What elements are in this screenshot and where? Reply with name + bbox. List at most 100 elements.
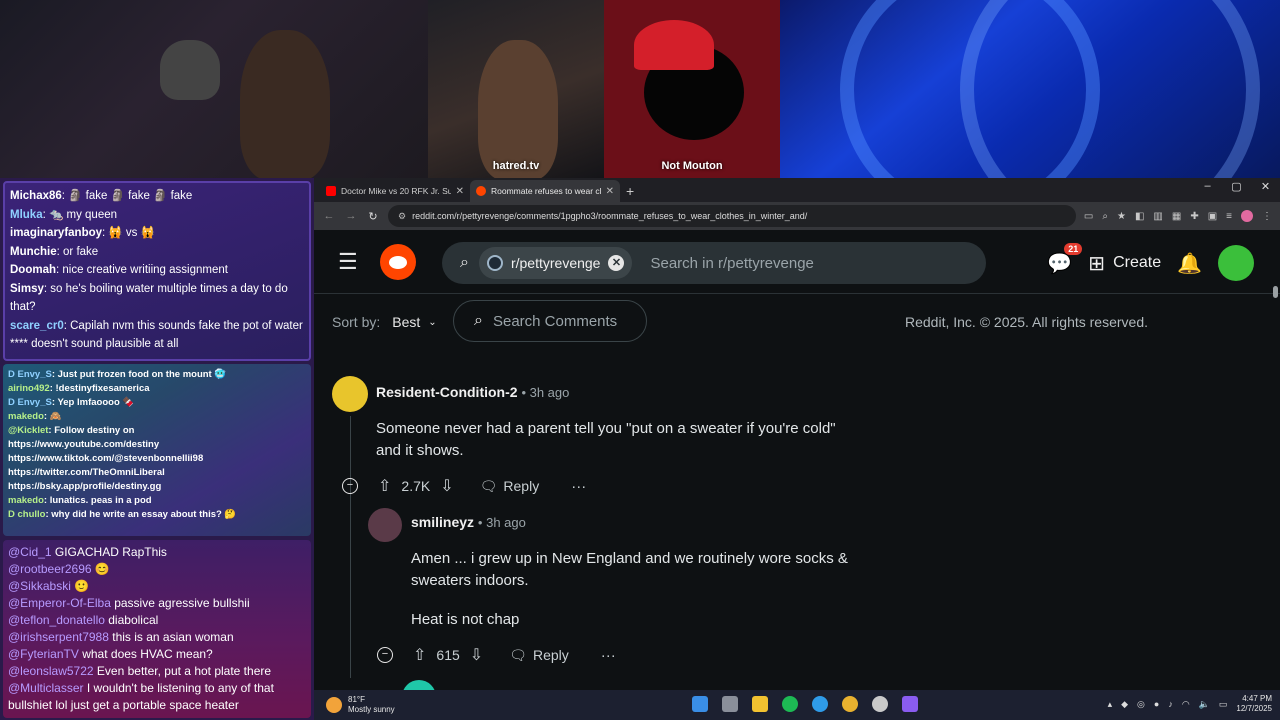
browser-window: Doctor Mike vs 20 RFK Jr. Supp ✕ Roommat… (314, 178, 1280, 690)
extension-icon[interactable]: ◧ (1135, 211, 1144, 222)
collapse-thread-icon[interactable]: − (377, 647, 393, 663)
wifi-icon[interactable]: ◠ (1182, 699, 1190, 710)
hamburger-menu-icon[interactable]: ☰ (338, 249, 360, 275)
wallpaper-swirl (960, 0, 1260, 178)
puzzle-icon[interactable]: ✚ (1190, 211, 1198, 222)
steam-icon[interactable] (872, 696, 888, 712)
maximize-button[interactable]: ▢ (1222, 180, 1251, 193)
back-button[interactable]: ← (322, 210, 336, 222)
chat-message: @Sikkabski 🙂 (8, 579, 90, 593)
spotify-icon[interactable] (782, 696, 798, 712)
chat-section-youtube[interactable]: @Cid_1 GIGACHAD RapThis @rootbeer2696 😊 … (3, 540, 311, 718)
tray-icon[interactable]: ▴ (1108, 699, 1113, 710)
chat-message: airino492: !destinyfixesamerica (8, 383, 150, 394)
reddit-search-bar[interactable]: ⌕ r/pettyrevenge ✕ Search in r/pettyreve… (442, 242, 986, 284)
comment-author[interactable]: smilineyz • 3h ago (411, 514, 526, 530)
chat-link[interactable]: https://twitter.com/TheOmniLiberal (8, 466, 306, 480)
minimize-button[interactable]: – (1193, 180, 1222, 193)
windows-start-icon[interactable] (692, 696, 708, 712)
tab-reddit[interactable]: Roommate refuses to wear clot ✕ (470, 180, 620, 202)
chat-link[interactable]: https://www.youtube.com/destiny (8, 438, 306, 452)
chat-section-kick[interactable]: D Envy_S: Just put frozen food on the mo… (3, 364, 311, 536)
thread-line[interactable] (350, 416, 351, 678)
zoom-icon[interactable]: ⌕ (1102, 211, 1108, 222)
user-avatar[interactable] (1218, 245, 1254, 281)
upvote-icon[interactable]: ⇧ (413, 645, 426, 665)
star-icon[interactable]: ★ (1117, 211, 1126, 222)
url-field[interactable]: ⚙ reddit.com/r/pettyrevenge/comments/1pg… (388, 205, 1076, 227)
chat-link[interactable]: https://www.tiktok.com/@stevenbonnellii9… (8, 452, 306, 466)
weather-widget[interactable]: 81°F Mostly sunny (326, 695, 395, 715)
sort-dropdown[interactable]: Best ⌄ (392, 314, 436, 330)
reply-button[interactable]: 🗨 Reply (509, 647, 569, 664)
desktop-wallpaper (780, 0, 1280, 178)
clock[interactable]: 4:47 PM 12/7/2025 (1236, 694, 1272, 714)
tray-icon[interactable]: ● (1154, 699, 1159, 709)
create-button[interactable]: ⊞ Create (1088, 251, 1161, 276)
downvote-icon[interactable]: ⇩ (470, 645, 483, 665)
tab-youtube[interactable]: Doctor Mike vs 20 RFK Jr. Supp ✕ (320, 180, 470, 202)
youtube-icon (326, 186, 336, 196)
chat-message: Munchie: or fake (10, 245, 99, 258)
chat-link[interactable]: https://bsky.app/profile/destiny.gg (8, 480, 306, 494)
tray-icon[interactable]: ◆ (1121, 699, 1128, 710)
sidebar-icon[interactable]: ▣ (1208, 211, 1217, 222)
new-tab-button[interactable]: + (626, 183, 634, 199)
upvote-icon[interactable]: ⇧ (378, 476, 391, 496)
avatar[interactable] (402, 680, 436, 690)
close-window-button[interactable]: ✕ (1251, 180, 1280, 193)
search-comments-input[interactable]: ⌕ Search Comments (453, 300, 647, 342)
chrome-icon[interactable] (842, 696, 858, 712)
cast-icon[interactable]: ▭ (1084, 211, 1093, 222)
comment-icon: 🗨 (479, 477, 498, 494)
battery-icon[interactable]: ▭ (1219, 699, 1228, 710)
clear-community-icon[interactable]: ✕ (608, 255, 625, 271)
close-tab-icon[interactable]: ✕ (606, 186, 614, 197)
menu-icon[interactable]: ⋮ (1262, 211, 1272, 222)
comment-body: Someone never had a parent tell you "put… (376, 420, 836, 459)
avatar[interactable] (332, 376, 368, 412)
collapse-thread-icon[interactable]: − (342, 478, 358, 494)
scrollbar[interactable] (1270, 230, 1280, 690)
downvote-icon[interactable]: ⇩ (440, 476, 453, 496)
reddit-logo-icon[interactable] (380, 243, 416, 280)
url-text: reddit.com/r/pettyrevenge/comments/1pgph… (412, 211, 808, 221)
avatar[interactable] (368, 508, 402, 542)
chat-message: @Emperor-Of-Elba passive agressive bulls… (8, 596, 250, 610)
chat-message: Mluka: 🐀 my queen (10, 208, 118, 221)
community-chip[interactable]: r/pettyrevenge ✕ (478, 247, 633, 279)
tray-icon[interactable]: ◎ (1137, 699, 1145, 710)
comment-author[interactable]: Resident-Condition-2 • 3h ago (376, 384, 569, 400)
obs-icon[interactable] (902, 696, 918, 712)
extension-icons: ▭ ⌕ ★ ◧ ▥ ▦ ✚ ▣ ≡ ⋮ (1084, 210, 1272, 222)
scrollbar-thumb[interactable] (1273, 286, 1278, 298)
clock-date: 12/7/2025 (1236, 704, 1272, 713)
edge-icon[interactable] (812, 696, 828, 712)
close-tab-icon[interactable]: ✕ (456, 186, 464, 197)
site-info-icon[interactable]: ⚙ (398, 211, 406, 222)
chat-message: @Cid_1 GIGACHAD RapThis (8, 545, 167, 559)
sun-icon (326, 697, 342, 713)
reddit-header: ☰ ⌕ r/pettyrevenge ✕ Search in r/pettyre… (314, 230, 1280, 294)
volume-icon[interactable]: 🔈 (1199, 699, 1210, 710)
tab-icon[interactable]: ≡ (1226, 211, 1232, 222)
trash-icon[interactable]: ▥ (1153, 211, 1162, 222)
taskbar-apps (692, 696, 918, 712)
comment-icon: 🗨 (509, 646, 527, 663)
grid-icon[interactable]: ▦ (1172, 211, 1181, 222)
copyright-text: Reddit, Inc. © 2025. All rights reserved… (905, 314, 1148, 330)
more-options-icon[interactable]: ··· (601, 647, 616, 664)
chat-section-twitch[interactable]: Michax86: 🗿 fake 🗿 fake 🗿 fake Mluka: 🐀 … (3, 181, 311, 361)
profile-icon[interactable] (1241, 210, 1253, 222)
search-placeholder[interactable]: Search in r/pettyrevenge (650, 255, 813, 272)
reload-button[interactable]: ↻ (366, 210, 380, 223)
bell-icon[interactable]: 🔔 (1177, 251, 1202, 276)
more-options-icon[interactable]: ··· (571, 478, 586, 495)
tray-icon[interactable]: ♪ (1168, 699, 1173, 709)
forward-button[interactable]: → (344, 210, 358, 222)
chat-message: @leonslaw5722 Even better, put a hot pla… (8, 664, 272, 678)
task-view-icon[interactable] (722, 696, 738, 712)
chat-icon[interactable]: 💬 21 (1047, 242, 1083, 276)
file-explorer-icon[interactable] (752, 696, 768, 712)
reply-button[interactable]: 🗨 Reply (480, 478, 540, 495)
